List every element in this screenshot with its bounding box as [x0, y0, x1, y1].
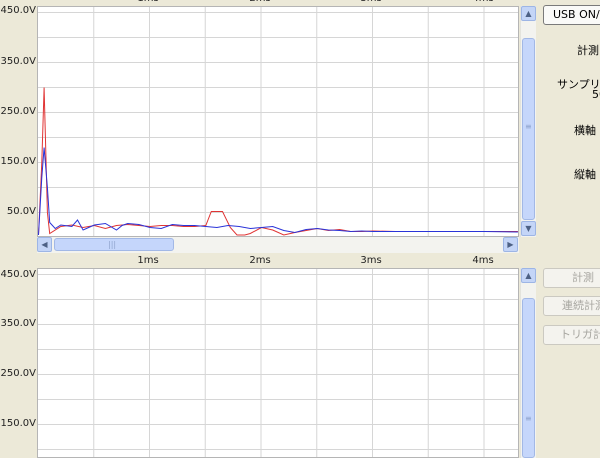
y-tick-label: 250.0V — [0, 368, 36, 379]
scroll-right-button[interactable]: ▶ — [503, 237, 518, 252]
series-line-blue — [38, 147, 518, 236]
top-waveform-svg — [38, 7, 518, 236]
chevron-right-icon: ▶ — [507, 239, 514, 249]
top-plot-area[interactable] — [37, 6, 519, 237]
y-tick-label: 350.0V — [0, 318, 36, 329]
y-tick-label: 50.0V — [6, 206, 36, 217]
y-tick-label: 450.0V — [0, 269, 36, 280]
measure-button[interactable]: 計測 — [543, 268, 600, 288]
top-vertical-scrollbar[interactable]: ▲ ≡ ▼ — [520, 6, 536, 237]
top-partial-tick: 4ms — [472, 0, 493, 4]
vertical-scroll-thumb[interactable]: ≡ — [522, 298, 535, 458]
continuous-measure-button[interactable]: 連続計測 — [543, 296, 600, 316]
top-partial-tick: 2ms — [249, 0, 270, 4]
chevron-up-icon: ▲ — [525, 8, 532, 18]
usb-toggle-button[interactable]: USB ON/ — [543, 5, 600, 25]
scroll-up-button[interactable]: ▲ — [521, 6, 536, 21]
chevron-up-icon: ▲ — [525, 270, 532, 280]
measure-label: 計測 — [577, 44, 599, 57]
top-horizontal-scrollbar[interactable]: ◀ ||| ▶ — [37, 237, 519, 253]
top-partial-tick: 3ms — [360, 0, 381, 4]
vertical-axis-label: 縦軸 — [574, 168, 596, 181]
y-tick-label: 250.0V — [0, 106, 36, 117]
x-tick-label: 1ms — [137, 255, 159, 266]
y-tick-label: 350.0V — [0, 56, 36, 67]
x-tick-label: 2ms — [249, 255, 271, 266]
x-tick-label: 4ms — [472, 255, 494, 266]
y-tick-label: 150.0V — [0, 418, 36, 429]
trigger-measure-button[interactable]: トリガ計測 — [543, 325, 600, 345]
grip-icon: ||| — [108, 240, 117, 249]
bottom-grid-svg — [38, 269, 518, 457]
grip-icon: ≡ — [525, 122, 532, 131]
chevron-left-icon: ◀ — [41, 239, 48, 249]
top-partial-tick: 1ms — [137, 0, 158, 4]
y-tick-label: 150.0V — [0, 156, 36, 167]
chevron-down-icon: ▼ — [525, 223, 532, 233]
bottom-vertical-scrollbar[interactable]: ▲ ≡ — [520, 268, 536, 458]
grip-icon: ≡ — [525, 414, 532, 423]
sampling-value: 50 — [592, 88, 600, 101]
scroll-left-button[interactable]: ◀ — [37, 237, 52, 252]
x-tick-label: 3ms — [360, 255, 382, 266]
bottom-plot-area[interactable] — [37, 268, 519, 458]
scroll-up-button[interactable]: ▲ — [521, 268, 536, 283]
scroll-down-button[interactable]: ▼ — [521, 221, 536, 236]
horizontal-axis-label: 横軸 — [574, 124, 596, 137]
vertical-scroll-thumb[interactable]: ≡ — [522, 38, 535, 220]
horizontal-scroll-thumb[interactable]: ||| — [54, 238, 174, 251]
y-tick-label: 450.0V — [0, 5, 36, 16]
